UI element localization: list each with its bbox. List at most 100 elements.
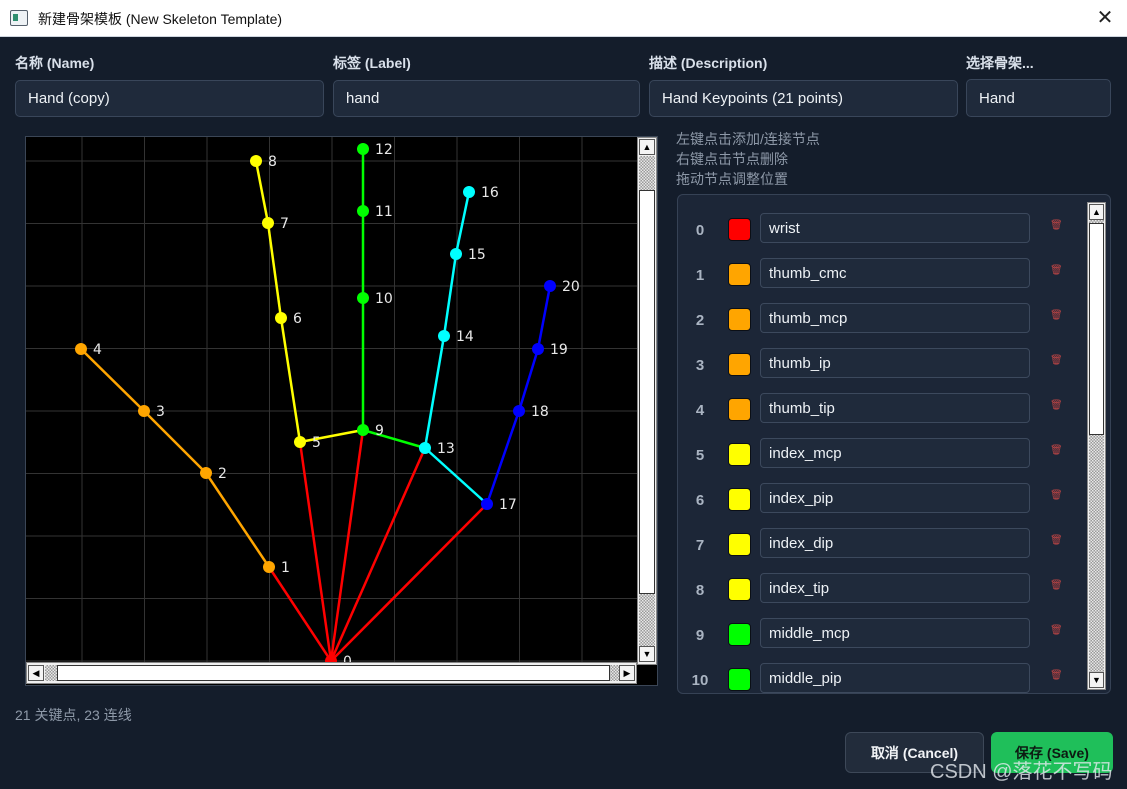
keypoint-row[interactable]: 9🗑	[678, 613, 1078, 658]
skeleton-node[interactable]	[138, 405, 150, 417]
skeleton-node[interactable]	[75, 343, 87, 355]
skeleton-node[interactable]	[262, 217, 274, 229]
keypoint-row[interactable]: 1🗑	[678, 253, 1078, 298]
skeleton-node[interactable]	[532, 343, 544, 355]
canvas-hscroll-thumb[interactable]	[57, 665, 610, 681]
skeleton-connection[interactable]	[204, 472, 271, 568]
skeleton-select[interactable]	[966, 79, 1111, 117]
skeleton-node[interactable]	[481, 498, 493, 510]
keypoint-name-input[interactable]	[760, 303, 1030, 333]
scroll-up-icon[interactable]: ▲	[639, 139, 655, 155]
skeleton-node[interactable]	[419, 442, 431, 454]
skeleton-node[interactable]	[357, 205, 369, 217]
keypoint-row[interactable]: 7🗑	[678, 523, 1078, 568]
canvas-horizontal-scrollbar[interactable]: ◀ ▶	[26, 662, 637, 684]
skeleton-node-label: 5	[312, 435, 321, 451]
trash-icon[interactable]: 🗑	[1050, 265, 1063, 279]
skeleton-connection[interactable]	[330, 503, 488, 662]
keypoint-name-input[interactable]	[760, 528, 1030, 558]
skeleton-node[interactable]	[275, 312, 287, 324]
name-input[interactable]	[15, 80, 324, 117]
keypoint-row[interactable]: 10 🗑	[678, 658, 1078, 693]
trash-icon[interactable]: 🗑	[1050, 670, 1063, 684]
keypoint-color-swatch[interactable]	[728, 443, 751, 466]
keypoint-name-input[interactable]	[760, 258, 1030, 288]
keypoint-name-input[interactable]	[760, 663, 1030, 693]
status-text: 21 关键点, 23 连线	[15, 707, 132, 723]
skeleton-node[interactable]	[200, 467, 212, 479]
scroll-right-icon[interactable]: ▶	[619, 665, 635, 681]
keypoint-name-input[interactable]	[760, 483, 1030, 513]
keypoint-row[interactable]: 6🗑	[678, 478, 1078, 523]
scroll-up-icon[interactable]: ▲	[1089, 204, 1104, 220]
skeleton-canvas[interactable]: 01234567891011121314151617181920 ▲ ▼ ◀ ▶	[25, 136, 658, 686]
scroll-left-icon[interactable]: ◀	[28, 665, 44, 681]
keypoint-row[interactable]: 8🗑	[678, 568, 1078, 613]
scroll-down-icon[interactable]: ▼	[639, 646, 655, 662]
skeleton-connection[interactable]	[298, 441, 333, 662]
skeleton-node[interactable]	[357, 143, 369, 155]
skeleton-connection[interactable]	[442, 253, 458, 337]
keypoint-color-swatch[interactable]	[728, 398, 751, 421]
skeleton-node[interactable]	[263, 561, 275, 573]
keypoint-name-input[interactable]	[760, 438, 1030, 468]
skeleton-connection[interactable]	[485, 410, 521, 505]
skeleton-node[interactable]	[357, 292, 369, 304]
skeleton-connection[interactable]	[279, 317, 302, 443]
skeleton-connection[interactable]	[80, 348, 145, 412]
keypoint-name-input[interactable]	[760, 573, 1030, 603]
label-input[interactable]	[333, 80, 640, 117]
keypoint-color-swatch[interactable]	[728, 533, 751, 556]
canvas-vertical-scrollbar[interactable]: ▲ ▼	[637, 137, 657, 665]
skeleton-node[interactable]	[250, 155, 262, 167]
skeleton-connection[interactable]	[536, 285, 552, 350]
close-icon[interactable]: ✕	[1091, 4, 1119, 32]
keypoint-color-swatch[interactable]	[728, 623, 751, 646]
keypoint-color-swatch[interactable]	[728, 263, 751, 286]
keypoint-row[interactable]: 2🗑	[678, 298, 1078, 343]
trash-icon[interactable]: 🗑	[1050, 355, 1063, 369]
scroll-down-icon[interactable]: ▼	[1089, 672, 1104, 688]
skeleton-connection[interactable]	[517, 348, 540, 412]
skeleton-svg[interactable]: 01234567891011121314151617181920	[26, 137, 658, 686]
canvas-vscroll-thumb[interactable]	[639, 190, 655, 594]
description-input[interactable]	[649, 80, 958, 117]
trash-icon[interactable]: 🗑	[1050, 400, 1063, 414]
keypoint-color-swatch[interactable]	[728, 308, 751, 331]
keypoint-list-thumb[interactable]	[1089, 223, 1104, 435]
trash-icon[interactable]: 🗑	[1050, 625, 1063, 639]
skeleton-connection[interactable]	[424, 447, 488, 505]
trash-icon[interactable]: 🗑	[1050, 535, 1063, 549]
skeleton-connection[interactable]	[267, 566, 333, 662]
skeleton-node[interactable]	[450, 248, 462, 260]
skeleton-connection[interactable]	[143, 410, 207, 474]
skeleton-connection[interactable]	[423, 335, 446, 449]
skeleton-node[interactable]	[544, 280, 556, 292]
skeleton-node[interactable]	[463, 186, 475, 198]
keypoint-color-swatch[interactable]	[728, 218, 751, 241]
skeleton-node[interactable]	[438, 330, 450, 342]
keypoint-row[interactable]: 5🗑	[678, 433, 1078, 478]
keypoint-name-input[interactable]	[760, 618, 1030, 648]
skeleton-node[interactable]	[294, 436, 306, 448]
trash-icon[interactable]: 🗑	[1050, 310, 1063, 324]
keypoint-name-input[interactable]	[760, 348, 1030, 378]
keypoint-list[interactable]: 0🗑1🗑2🗑3🗑4🗑5🗑6🗑7🗑8🗑9🗑10🗑 ▲ ▼	[677, 194, 1111, 694]
keypoint-color-swatch[interactable]	[728, 353, 751, 376]
skeleton-node[interactable]	[357, 424, 369, 436]
keypoint-name-input[interactable]	[760, 393, 1030, 423]
trash-icon[interactable]: 🗑	[1050, 445, 1063, 459]
trash-icon[interactable]: 🗑	[1050, 220, 1063, 234]
keypoint-list-scrollbar[interactable]: ▲ ▼	[1087, 202, 1106, 690]
skeleton-connection[interactable]	[254, 160, 270, 224]
trash-icon[interactable]: 🗑	[1050, 580, 1063, 594]
keypoint-row[interactable]: 3🗑	[678, 343, 1078, 388]
keypoint-name-input[interactable]	[760, 213, 1030, 243]
trash-icon[interactable]: 🗑	[1050, 490, 1063, 504]
keypoint-row[interactable]: 0🗑	[678, 208, 1078, 253]
keypoint-color-swatch[interactable]	[728, 488, 751, 511]
keypoint-row[interactable]: 4🗑	[678, 388, 1078, 433]
keypoint-color-swatch[interactable]	[728, 668, 751, 691]
skeleton-node[interactable]	[513, 405, 525, 417]
keypoint-color-swatch[interactable]	[728, 578, 751, 601]
